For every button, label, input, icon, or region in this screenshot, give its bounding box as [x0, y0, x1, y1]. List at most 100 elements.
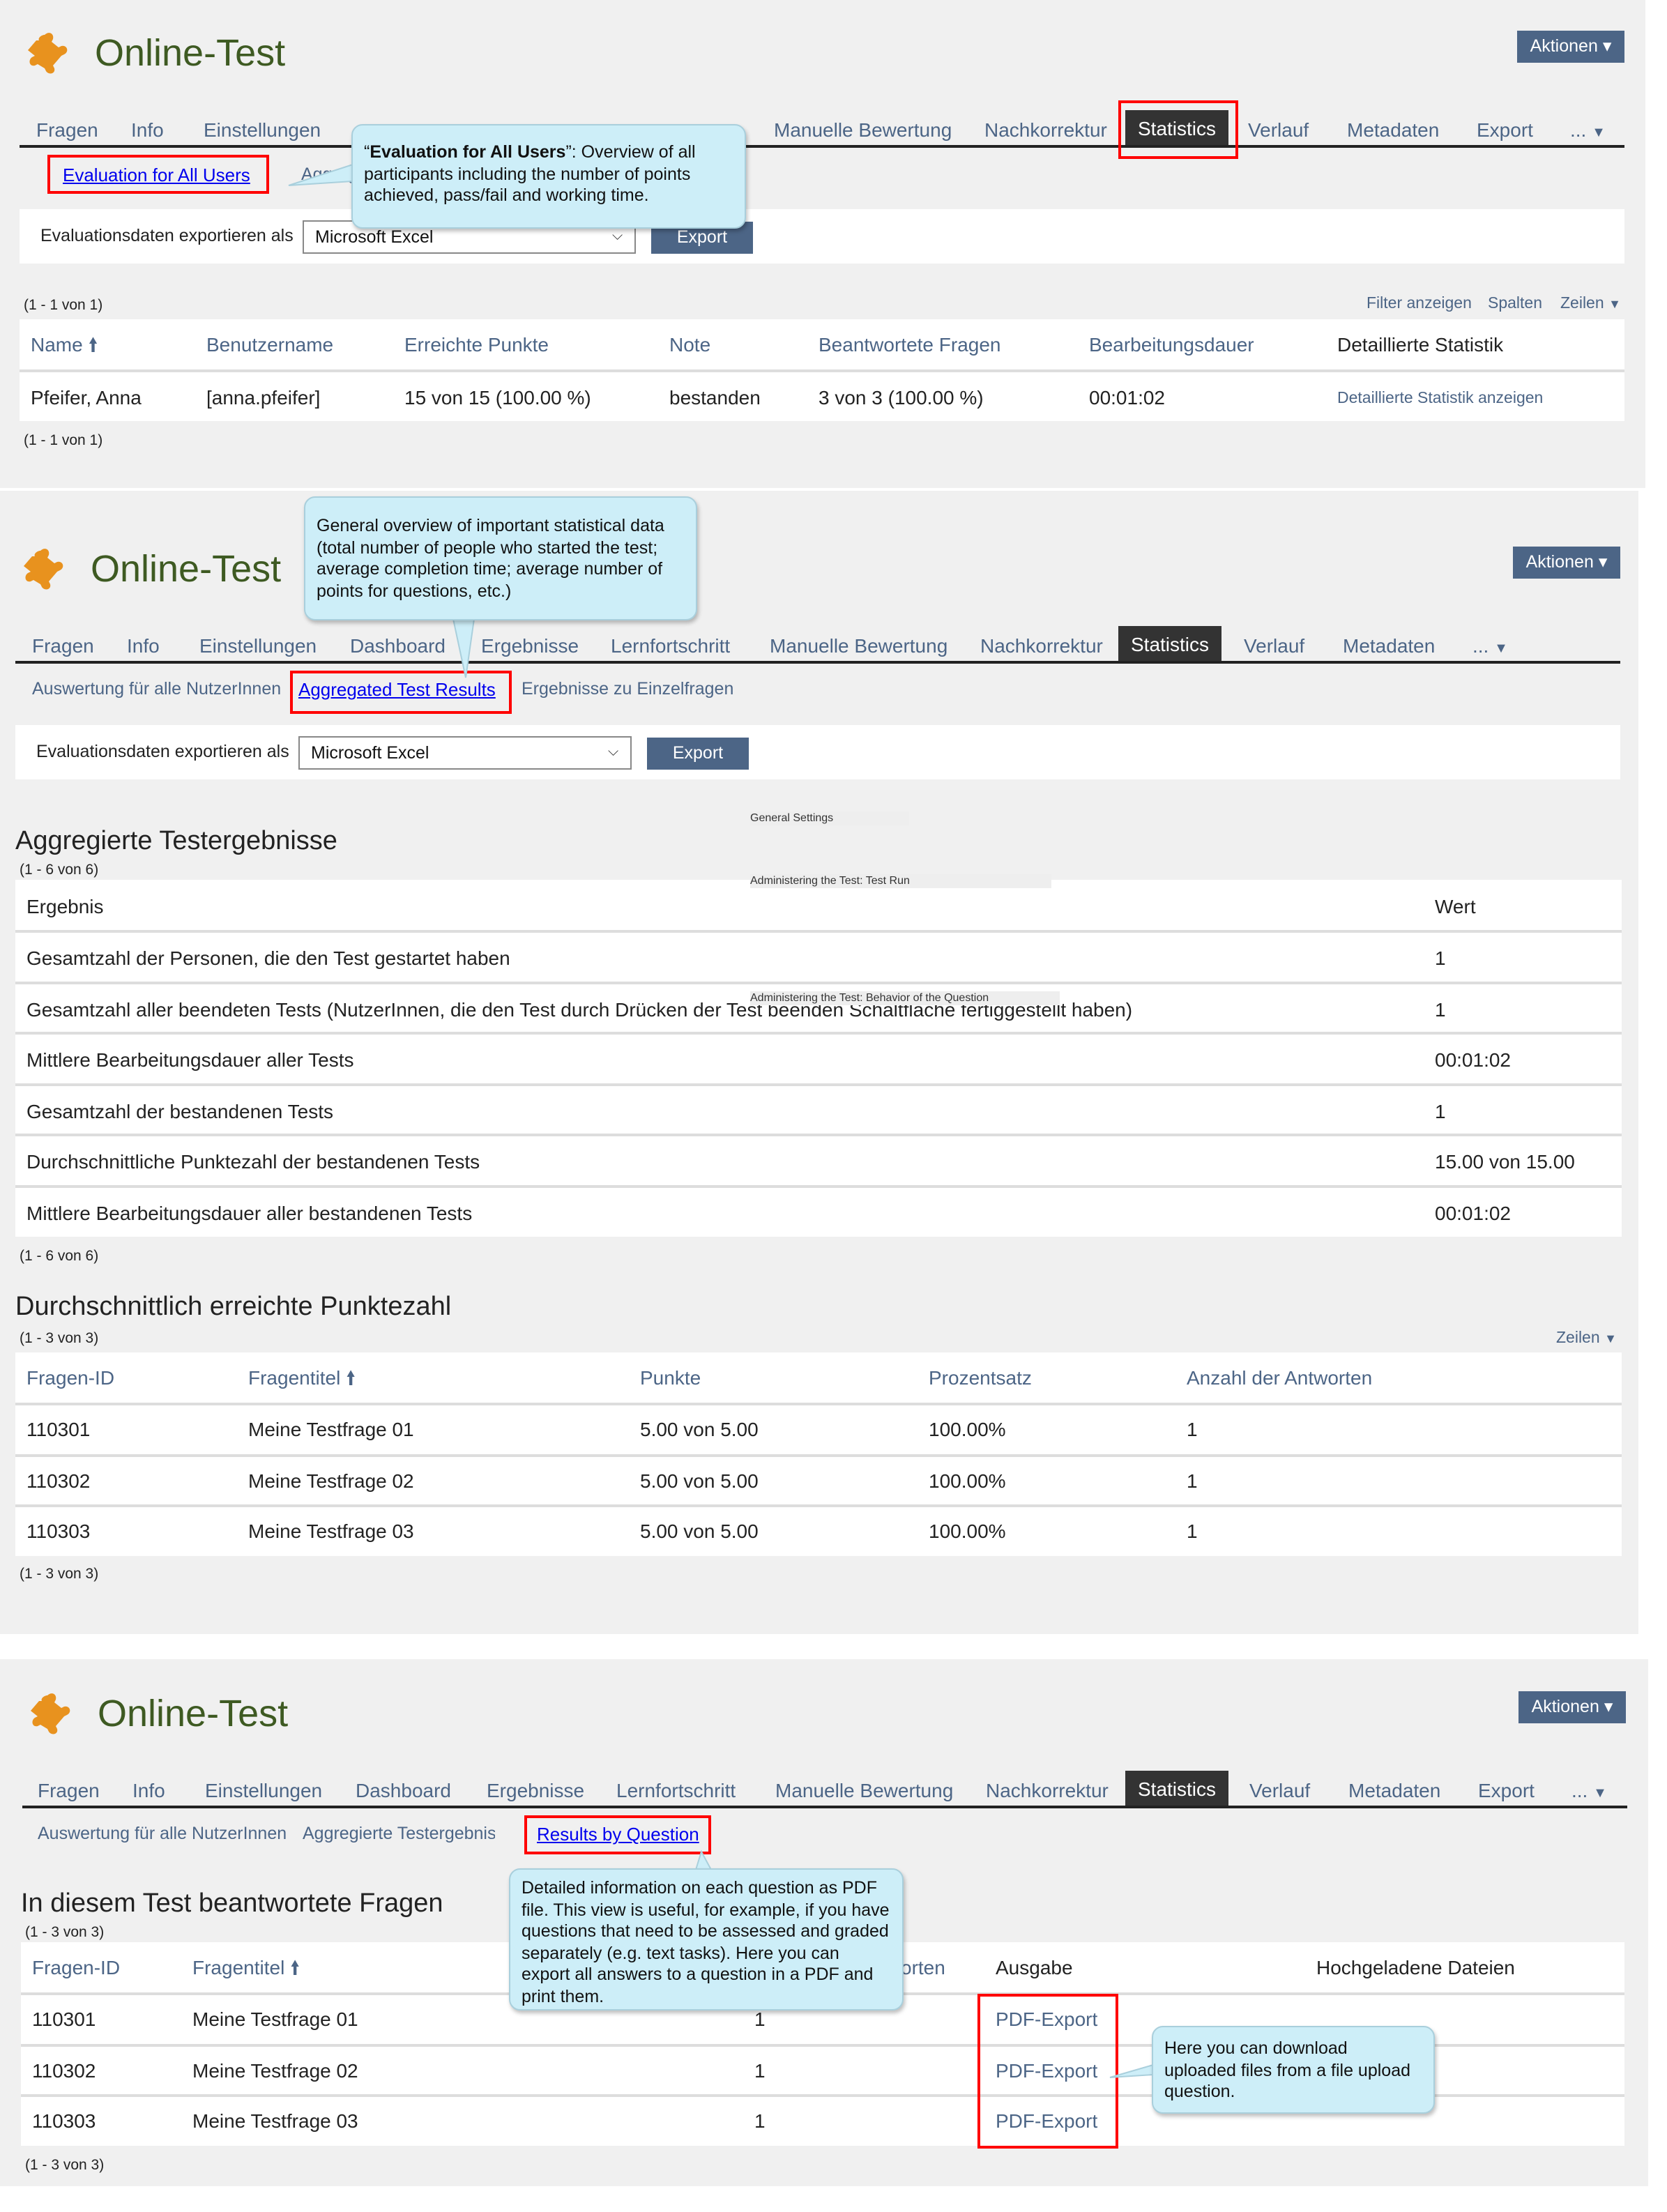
tab-info[interactable]: Info	[127, 633, 160, 658]
tab-metadaten[interactable]: Metadaten	[1343, 633, 1435, 658]
column-header-3[interactable]: Note	[669, 332, 710, 357]
table-cell: 1	[754, 2110, 766, 2133]
tab-ergebnisse[interactable]: Ergebnisse	[481, 633, 579, 658]
subtab-evaluation-all-users[interactable]: Auswertung für alle NutzerInnen	[38, 1821, 287, 1846]
column-header-value: Wert	[1435, 895, 1476, 917]
table-cell: 5.00 von 5.00	[640, 1520, 759, 1543]
rows-button[interactable]: Zeilen ▼	[1556, 1326, 1617, 1351]
actions-button[interactable]: Aktionen ▾	[1518, 1691, 1626, 1723]
tab-ergebnisse[interactable]: Ergebnisse	[487, 1778, 584, 1803]
sort-up-icon[interactable]: 🠙	[89, 333, 98, 356]
tab-fragen[interactable]: Fragen	[38, 1778, 100, 1803]
detail-statistics-link[interactable]: Detaillierte Statistik anzeigen	[1337, 386, 1543, 411]
table-cell: 15 von 15 (100.00 %)	[404, 386, 591, 409]
column-header-5[interactable]: Bearbeitungsdauer	[1089, 332, 1254, 357]
column-header-3[interactable]: Prozentsatz	[929, 1365, 1032, 1390]
rows-button[interactable]: Zeilen ▼	[1560, 291, 1621, 316]
tab-dashboard[interactable]: Dashboard	[356, 1778, 451, 1803]
table-cell: 00:01:02	[1089, 386, 1165, 409]
column-header-1[interactable]: Fragentitel 🠙	[248, 1365, 356, 1390]
tooltip-results-by-question: Detailed information on each question as…	[509, 1868, 904, 2011]
tab-fragen[interactable]: Fragen	[36, 117, 98, 142]
column-header-0[interactable]: Fragen-ID	[26, 1365, 114, 1390]
table-cell: 3 von 3 (100.00 %)	[819, 386, 984, 409]
column-header-result: Ergebnis	[26, 895, 104, 917]
column-header-4[interactable]: Anzahl der Antworten	[1187, 1365, 1372, 1390]
tab-statistics[interactable]: Statistics	[1118, 626, 1222, 664]
subtab-evaluation-all-users[interactable]: Auswertung für alle NutzerInnen	[32, 676, 281, 701]
tab-lernfortschritt[interactable]: Lernfortschritt	[611, 633, 730, 658]
overlay-label: General Settings	[750, 811, 909, 825]
table-cell: 110301	[26, 1418, 91, 1440]
caret-down-icon: ▼	[1608, 297, 1621, 311]
subtab-results-by-question[interactable]: Ergebnisse zu Einzelfragen	[522, 676, 733, 701]
column-header-3: Ausgabe	[996, 1956, 1073, 1978]
tab-verlauf[interactable]: Verlauf	[1244, 633, 1304, 658]
tab--[interactable]: ... ▼	[1472, 633, 1508, 662]
tab-nachkorrektur[interactable]: Nachkorrektur	[984, 117, 1107, 142]
tab-manuelle-bewertung[interactable]: Manuelle Bewertung	[770, 633, 947, 658]
tab--[interactable]: ... ▼	[1571, 1778, 1607, 1807]
column-header-0[interactable]: Name 🠙	[31, 332, 98, 357]
highlight-box	[1118, 100, 1238, 159]
tab-metadaten[interactable]: Metadaten	[1347, 117, 1439, 142]
aggregated-title: Aggregierte Testergebnisse	[15, 827, 337, 856]
tab-lernfortschritt[interactable]: Lernfortschritt	[616, 1778, 736, 1803]
columns-button[interactable]: Spalten	[1488, 291, 1542, 316]
sort-up-icon[interactable]: 🠙	[290, 1956, 300, 1978]
tab-verlauf[interactable]: Verlauf	[1249, 1778, 1310, 1803]
tab-einstellungen[interactable]: Einstellungen	[199, 633, 317, 658]
page-title: Online-Test	[98, 1693, 289, 1734]
subtab-aggregated[interactable]: Aggregierte Testergebniss	[303, 1821, 495, 1846]
tab-export[interactable]: Export	[1478, 1778, 1535, 1803]
column-header-1[interactable]: Benutzername	[206, 332, 333, 357]
table-cell: Meine Testfrage 03	[248, 1520, 414, 1543]
table-cell: 100.00%	[929, 1520, 1006, 1543]
tab-manuelle-bewertung[interactable]: Manuelle Bewertung	[775, 1778, 953, 1803]
overlay-label: Administering the Test: Behavior of the …	[750, 991, 1060, 1005]
column-header-2[interactable]: Erreichte Punkte	[404, 332, 549, 357]
overlay-label: Administering the Test: Test Run	[750, 874, 1051, 888]
column-header-0[interactable]: Fragen-ID	[32, 1955, 120, 1980]
actions-button[interactable]: Aktionen ▾	[1513, 547, 1620, 579]
tab-export[interactable]: Export	[1477, 117, 1533, 142]
highlight-box	[524, 1815, 711, 1854]
caret-down-icon: ▾	[1602, 36, 1612, 56]
column-header-1[interactable]: Fragentitel 🠙	[192, 1955, 300, 1980]
table-cell: Meine Testfrage 03	[192, 2110, 358, 2133]
tab-einstellungen[interactable]: Einstellungen	[205, 1778, 322, 1803]
sort-up-icon[interactable]: 🠙	[346, 1366, 356, 1389]
column-header-2[interactable]: Punkte	[640, 1365, 701, 1390]
result-value: 1	[1435, 947, 1446, 969]
tab-einstellungen[interactable]: Einstellungen	[204, 117, 321, 142]
tab-info[interactable]: Info	[131, 117, 164, 142]
export-format-select[interactable]: Microsoft Excel	[298, 736, 632, 770]
tab-statistics[interactable]: Statistics	[1125, 1771, 1229, 1808]
export-label: Evaluationsdaten exportieren als	[40, 226, 294, 245]
caret-down-icon: ▼	[1593, 1786, 1607, 1801]
puzzle-piece-icon	[28, 33, 68, 74]
tab-verlauf[interactable]: Verlauf	[1248, 117, 1309, 142]
tab-metadaten[interactable]: Metadaten	[1348, 1778, 1440, 1803]
tab-underline	[15, 661, 1620, 664]
tab-nachkorrektur[interactable]: Nachkorrektur	[986, 1778, 1109, 1803]
highlight-box	[290, 671, 512, 714]
tab-manuelle-bewertung[interactable]: Manuelle Bewertung	[774, 117, 952, 142]
column-header-2[interactable]: orten	[901, 1955, 945, 1980]
tab-nachkorrektur[interactable]: Nachkorrektur	[980, 633, 1103, 658]
result-count: (1 - 3 von 3)	[25, 1924, 105, 1941]
tab--[interactable]: ... ▼	[1570, 117, 1606, 146]
tab-fragen[interactable]: Fragen	[32, 633, 94, 658]
result-count-bottom: (1 - 6 von 6)	[20, 1248, 99, 1265]
table-cell: 110302	[26, 1469, 91, 1492]
tab-info[interactable]: Info	[132, 1778, 165, 1803]
result-count: (1 - 3 von 3)	[20, 1330, 99, 1347]
filter-button[interactable]: Filter anzeigen	[1367, 291, 1472, 316]
result-value: 1	[1435, 998, 1446, 1021]
chevron-down-icon: ⌵	[608, 745, 619, 760]
column-header-4[interactable]: Beantwortete Fragen	[819, 332, 1001, 357]
result-label: Mittlere Bearbeitungsdauer aller Tests	[26, 1048, 354, 1071]
export-button[interactable]: Export	[647, 738, 749, 770]
actions-button[interactable]: Aktionen ▾	[1517, 31, 1624, 63]
tab-dashboard[interactable]: Dashboard	[350, 633, 446, 658]
